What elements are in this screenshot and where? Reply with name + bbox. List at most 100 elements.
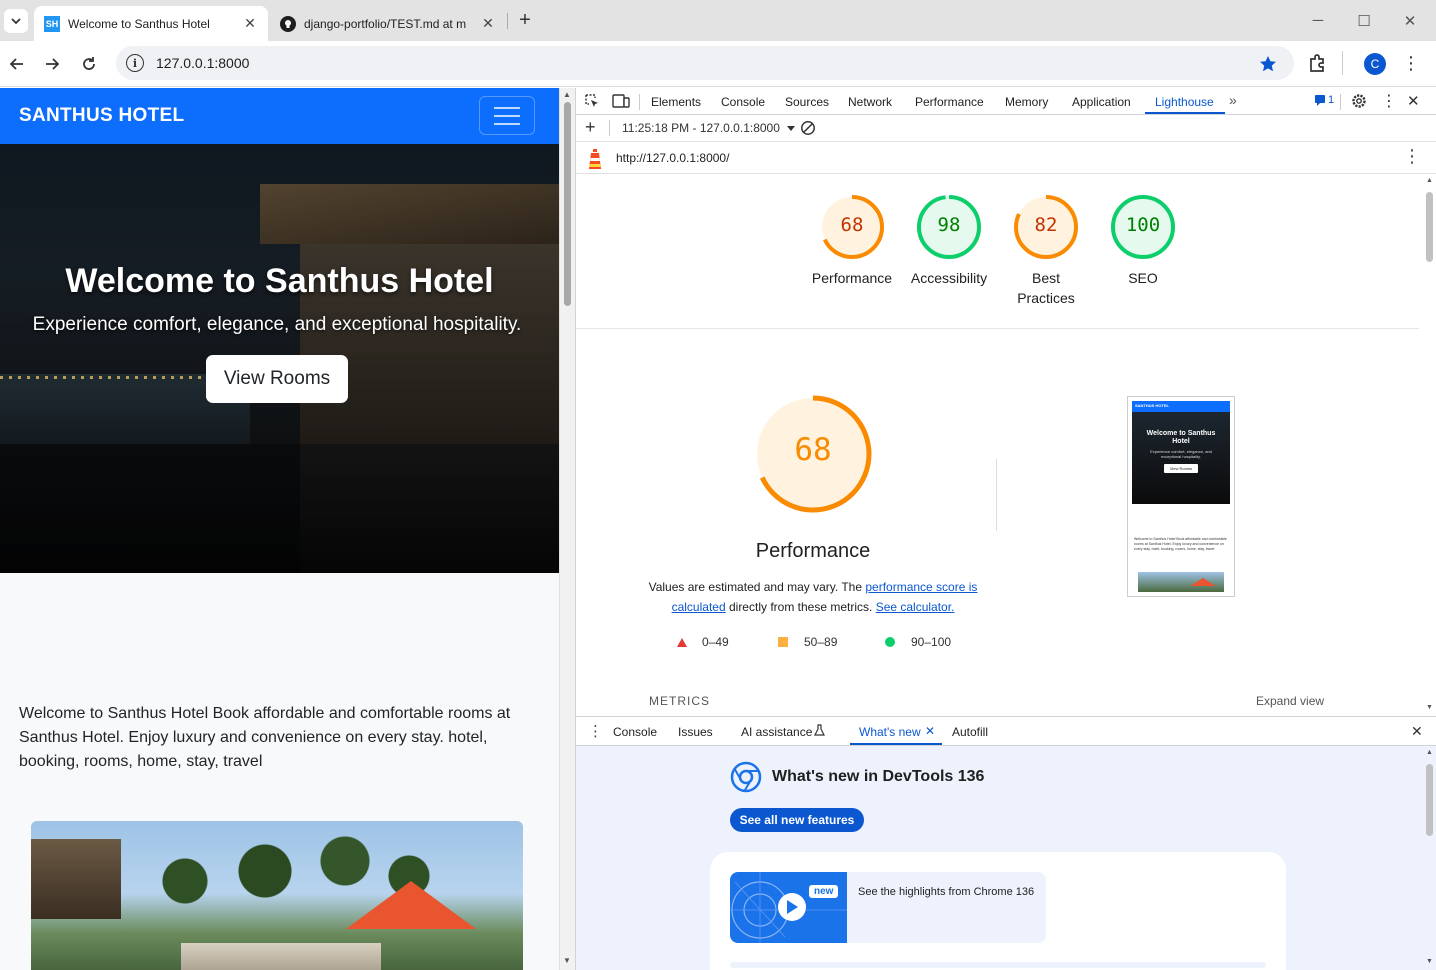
highlight-video-item[interactable]: new See the highlights from Chrome 136 — [730, 872, 1046, 943]
back-button[interactable] — [3, 50, 31, 78]
reload-button[interactable] — [75, 50, 103, 78]
drawer-tab-ai-assistance[interactable]: AI assistance — [741, 725, 812, 739]
drawer-tab-whats-new[interactable]: What's new — [859, 725, 921, 739]
score-value: 100 — [1125, 214, 1161, 236]
tab-divider — [639, 94, 640, 110]
scroll-up-icon[interactable]: ▲ — [1426, 177, 1433, 184]
scroll-down-icon[interactable]: ▼ — [563, 956, 571, 965]
clear-reports-icon[interactable] — [800, 120, 816, 139]
score-label: SEO — [1128, 270, 1158, 286]
drawer-tab-console[interactable]: Console — [613, 725, 657, 739]
scrollbar-thumb[interactable] — [1426, 192, 1433, 262]
close-whats-new-icon[interactable]: ✕ — [925, 724, 935, 738]
close-devtools-icon[interactable]: ✕ — [1407, 92, 1420, 110]
tab-network[interactable]: Network — [848, 95, 892, 109]
site-info-icon[interactable]: i — [126, 54, 144, 72]
score-gauge-best-practices[interactable]: 82 — [1013, 194, 1079, 260]
close-window-button[interactable]: ✕ — [1387, 0, 1433, 41]
thumb-navbar: SANTHUS HOTEL — [1132, 401, 1230, 412]
tab-search-button[interactable] — [4, 9, 28, 33]
report-scrollbar[interactable]: ▲ ▼ — [1422, 174, 1436, 716]
performance-heading: Performance — [755, 540, 871, 562]
toolbar-divider — [609, 120, 610, 136]
report-url[interactable]: http://127.0.0.1:8000/ — [616, 151, 729, 165]
report-menu-icon[interactable]: ⋮ — [1403, 146, 1421, 167]
scroll-up-icon[interactable]: ▲ — [563, 90, 571, 99]
intro-paragraph: Welcome to Santhus Hotel Book affordable… — [19, 705, 511, 770]
thumb-image — [1138, 572, 1224, 592]
score-gauge-seo[interactable]: 100 — [1110, 194, 1176, 260]
drawer-tab-autofill[interactable]: Autofill — [952, 725, 988, 739]
issues-counter[interactable]: 1 — [1314, 94, 1334, 106]
active-tab-indicator — [1145, 112, 1225, 114]
settings-gear-icon[interactable] — [1351, 93, 1367, 112]
minimize-button[interactable]: ─ — [1295, 0, 1341, 41]
maximize-button[interactable]: ☐ — [1341, 0, 1387, 41]
score-value: 68 — [840, 214, 864, 236]
resort-hut — [31, 839, 121, 919]
reload-icon — [83, 57, 95, 70]
drawer-menu-icon[interactable]: ⋮ — [588, 722, 603, 740]
bookmark-star-icon[interactable] — [1259, 55, 1277, 76]
expand-view-toggle[interactable]: Expand view — [1256, 694, 1324, 708]
see-calculator-link[interactable]: See calculator. — [876, 600, 955, 614]
score-gauge-performance[interactable]: 68 — [819, 194, 885, 260]
drawer-tabbar: ⋮ Console Issues AI assistance What's ne… — [576, 716, 1436, 746]
devtools-panel: Elements Console Sources Network Perform… — [575, 88, 1436, 970]
view-rooms-button[interactable]: View Rooms — [206, 355, 348, 403]
legend-label: 50–89 — [804, 635, 838, 649]
thumb-hero: Welcome to Santhus Hotel Experience comf… — [1132, 412, 1230, 504]
square-icon — [778, 637, 788, 647]
see-all-features-button[interactable]: See all new features — [730, 808, 864, 832]
inspect-element-icon[interactable] — [584, 93, 600, 112]
site-brand[interactable]: SANTHUS HOTEL — [19, 105, 184, 127]
report-select[interactable]: 11:25:18 PM - 127.0.0.1:8000 — [622, 121, 796, 135]
close-tab-icon[interactable]: ✕ — [242, 15, 258, 32]
tab-github[interactable]: django-portfolio/TEST.md at m ✕ — [270, 6, 506, 41]
legend-fail: 0–49 — [676, 635, 729, 649]
scroll-down-icon[interactable]: ▼ — [1426, 704, 1433, 711]
scrollbar-thumb[interactable] — [564, 102, 571, 306]
final-screenshot-thumbnail[interactable]: SANTHUS HOTEL Welcome to Santhus Hotel E… — [1127, 396, 1235, 597]
score-gauge-accessibility[interactable]: 98 — [916, 194, 982, 260]
score-value: 98 — [937, 214, 961, 236]
lighthouse-report: 68 Performance 98 Accessibility 82 Best Pract… — [576, 174, 1422, 716]
video-thumbnail: new — [730, 872, 847, 943]
tab-santhus-hotel[interactable]: SH Welcome to Santhus Hotel ✕ — [34, 6, 268, 41]
forward-button[interactable] — [38, 50, 66, 78]
website-scrollbar[interactable]: ▲ ▼ — [559, 88, 575, 970]
drawer-scrollbar[interactable]: ▲ ▼ — [1422, 746, 1436, 970]
whats-new-panel: What's new in DevTools 136 See all new f… — [576, 746, 1436, 970]
tab-memory[interactable]: Memory — [1005, 95, 1048, 109]
drawer-tab-issues[interactable]: Issues — [678, 725, 713, 739]
more-tabs-icon[interactable]: » — [1229, 92, 1237, 108]
tab-elements[interactable]: Elements — [651, 95, 701, 109]
score-label: Performance — [811, 270, 893, 286]
address-bar[interactable]: i 127.0.0.1:8000 — [116, 46, 1294, 80]
issues-icon — [1315, 95, 1325, 106]
legend-pass: 90–100 — [885, 635, 951, 649]
performance-description: Values are estimated and may vary. The p… — [648, 577, 978, 617]
device-toolbar-icon[interactable] — [612, 93, 630, 112]
tab-sources[interactable]: Sources — [785, 95, 829, 109]
tab-lighthouse[interactable]: Lighthouse — [1155, 95, 1214, 109]
devtools-menu-icon[interactable]: ⋮ — [1381, 91, 1397, 111]
scroll-down-icon[interactable]: ▼ — [1426, 958, 1433, 965]
thumb-button: View Rooms — [1164, 464, 1198, 473]
website-viewport: SANTHUS HOTEL Welcome to Santhus Hotel E… — [0, 88, 559, 970]
close-tab-icon[interactable]: ✕ — [480, 15, 496, 32]
tab-console[interactable]: Console — [721, 95, 765, 109]
scrollbar-thumb[interactable] — [1426, 764, 1433, 836]
tab-application[interactable]: Application — [1072, 95, 1131, 109]
flask-icon — [814, 724, 825, 739]
close-drawer-icon[interactable]: ✕ — [1411, 723, 1423, 740]
browser-menu-icon[interactable]: ⋮ — [1402, 53, 1420, 75]
new-tab-button[interactable]: + — [514, 10, 536, 32]
new-report-icon[interactable]: + — [585, 117, 596, 138]
navbar-toggle-button[interactable] — [479, 96, 535, 135]
scroll-up-icon[interactable]: ▲ — [1426, 749, 1433, 756]
profile-avatar[interactable]: C — [1364, 53, 1386, 75]
tab-performance[interactable]: Performance — [915, 95, 984, 109]
extensions-icon[interactable] — [1307, 53, 1327, 76]
desc-text: directly from these metrics. — [725, 600, 876, 614]
